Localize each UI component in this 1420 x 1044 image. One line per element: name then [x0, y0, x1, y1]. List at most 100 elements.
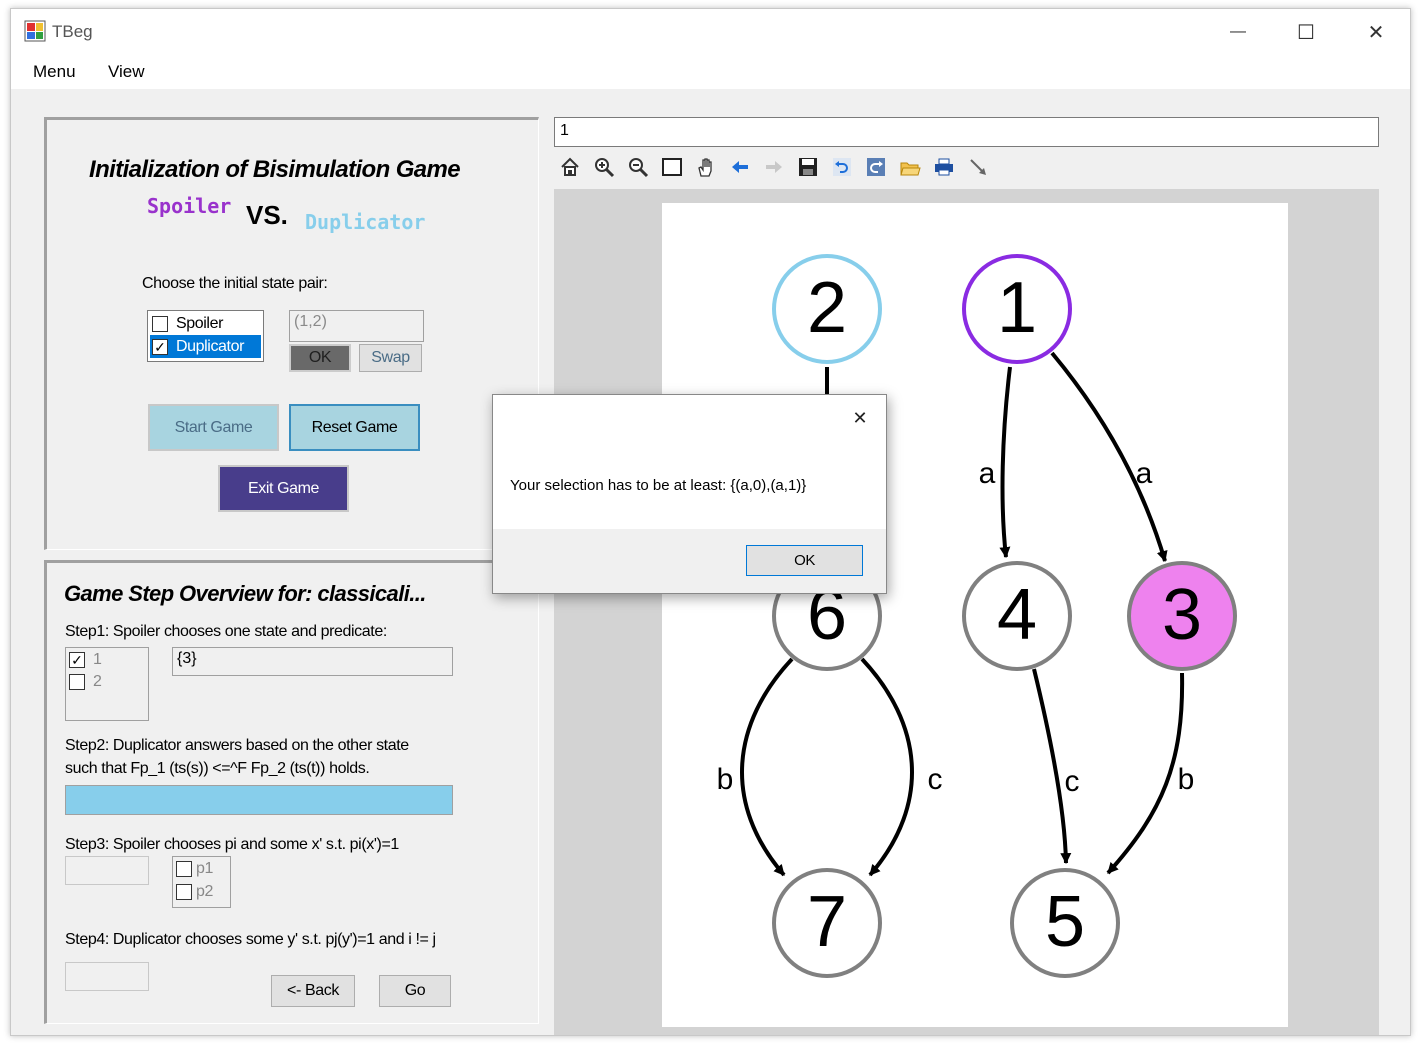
graph-node-label: 3	[1162, 575, 1202, 655]
maximize-icon: ☐	[1297, 21, 1315, 44]
message-dialog: ✕ Your selection has to be at least: {(a…	[492, 394, 887, 594]
minimize-button[interactable]: —	[1204, 9, 1272, 55]
graph-edge-1-4	[999, 366, 1012, 559]
state-item-1[interactable]: ✓ 1	[69, 651, 102, 669]
graph-edge-6-7	[740, 657, 794, 877]
graph-drawing: a ab c c b 2 16 4 37 5	[717, 254, 1237, 978]
graph-node-label: 5	[1045, 882, 1085, 962]
step1-state-list[interactable]: ✓ 1 2	[65, 647, 149, 721]
reset-game-button[interactable]: Reset Game	[289, 404, 420, 451]
zoom-out-icon[interactable]	[625, 154, 651, 180]
redo-icon[interactable]	[863, 154, 889, 180]
graph-edge-label: a	[1136, 457, 1153, 490]
graph-edge-6-7	[860, 657, 914, 877]
step3-predicate-list[interactable]: p1 p2	[172, 856, 231, 908]
pointer-icon[interactable]	[965, 154, 991, 180]
close-button[interactable]: ✕	[1342, 9, 1410, 55]
menu-item-view[interactable]: View	[108, 55, 145, 89]
step1-label: Step1: Spoiler chooses one state and pre…	[65, 623, 387, 640]
back-arrow-icon[interactable]	[727, 154, 753, 180]
exit-game-button[interactable]: Exit Game	[218, 465, 349, 512]
graph-canvas: aabccb 2164375	[662, 203, 1288, 1027]
spoiler-label: Spoiler	[147, 194, 232, 218]
state-item-label: 1	[93, 651, 102, 668]
swap-button[interactable]: Swap	[359, 344, 422, 372]
close-icon: ✕	[1367, 21, 1385, 44]
vs-label: VS.	[246, 200, 288, 230]
hand-icon[interactable]	[693, 154, 719, 180]
go-button[interactable]: Go	[379, 975, 451, 1007]
p1-checkbox[interactable]	[176, 861, 192, 877]
ok-button[interactable]: OK	[289, 344, 351, 372]
menu-item-menu[interactable]: Menu	[33, 55, 76, 89]
predicate-item-p1[interactable]: p1	[176, 860, 213, 878]
predicate-item-label: p1	[196, 860, 213, 877]
zoom-in-icon[interactable]	[591, 154, 617, 180]
viewer-toolbar	[557, 154, 1007, 182]
state-pair-field[interactable]: (1,2)	[289, 310, 424, 342]
graph-node-label: 4	[997, 575, 1037, 655]
step3-state-field[interactable]	[65, 856, 149, 885]
home-icon[interactable]	[557, 154, 583, 180]
graph-edge-label: b	[717, 763, 734, 796]
predicate-item-label: p2	[196, 883, 213, 900]
step2-label-line1: Step2: Duplicator answers based on the o…	[65, 737, 409, 754]
window-title: TBeg	[52, 22, 93, 41]
graph-edge-label: c	[928, 763, 943, 796]
title-bar: TBeg — ☐ ✕	[11, 9, 1410, 55]
step1-predicate-field[interactable]: {3}	[172, 647, 453, 676]
start-game-button[interactable]: Start Game	[148, 404, 279, 451]
state-1-checkbox[interactable]: ✓	[69, 652, 85, 668]
close-icon: ✕	[852, 407, 868, 428]
dialog-footer: OK	[493, 529, 886, 593]
graph-edge-label: a	[979, 457, 996, 490]
role-item-label: Duplicator	[176, 337, 245, 355]
role-item-spoiler[interactable]: Spoiler	[150, 313, 261, 334]
init-panel: Initialization of Bisimulation Game Spoi…	[44, 117, 539, 550]
graph-viewer[interactable]: aabccb 2164375	[554, 189, 1379, 1035]
step3-label: Step3: Spoiler chooses pi and some x' s.…	[65, 836, 399, 853]
select-rect-icon[interactable]	[659, 154, 685, 180]
choose-pair-label: Choose the initial state pair:	[142, 275, 328, 292]
spoiler-checkbox[interactable]	[152, 315, 168, 332]
undo-icon[interactable]	[829, 154, 855, 180]
viewer-text-field[interactable]: 1	[554, 117, 1379, 147]
graph-edge-4-5	[1032, 668, 1072, 865]
duplicator-label: Duplicator	[305, 210, 426, 234]
dialog-close-button[interactable]: ✕	[845, 405, 875, 431]
steps-panel: Game Step Overview for: classicali... St…	[44, 560, 539, 1024]
steps-title: Game Step Overview for: classicali...	[64, 581, 426, 606]
open-folder-icon[interactable]	[897, 154, 923, 180]
role-item-duplicator[interactable]: ✓ Duplicator	[150, 335, 261, 358]
minimize-icon: —	[1230, 23, 1246, 40]
graph-edge-3-5	[1106, 672, 1185, 875]
graph-node-label: 1	[997, 268, 1037, 348]
graph-node-label: 7	[807, 882, 847, 962]
state-2-checkbox[interactable]	[69, 674, 85, 690]
state-item-label: 2	[93, 673, 102, 690]
menu-bar: Menu View	[11, 55, 1410, 89]
role-checklist[interactable]: Spoiler ✓ Duplicator	[147, 310, 264, 362]
dialog-ok-button[interactable]: OK	[746, 545, 863, 576]
dialog-message: Your selection has to be at least: {(a,0…	[510, 477, 807, 494]
state-item-2[interactable]: 2	[69, 673, 102, 691]
app-icon	[24, 20, 46, 42]
forward-arrow-icon[interactable]	[761, 154, 787, 180]
graph-edge-label: b	[1178, 763, 1195, 796]
app-window: TBeg — ☐ ✕ Menu View Initialization of B…	[10, 8, 1411, 1036]
predicate-item-p2[interactable]: p2	[176, 883, 213, 901]
back-button[interactable]: <- Back	[271, 975, 355, 1007]
p2-checkbox[interactable]	[176, 884, 192, 900]
step2-selection-bar[interactable]	[65, 785, 453, 815]
step2-label-line2: such that Fp_1 (ts(s)) <=^F Fp_2 (ts(t))…	[65, 760, 370, 777]
maximize-button[interactable]: ☐	[1272, 9, 1340, 55]
init-title: Initialization of Bisimulation Game	[89, 156, 461, 183]
role-item-label: Spoiler	[176, 314, 224, 332]
step4-label: Step4: Duplicator chooses some y' s.t. p…	[65, 931, 436, 948]
save-icon[interactable]	[795, 154, 821, 180]
duplicator-checkbox[interactable]: ✓	[152, 338, 168, 355]
graph-edge-label: c	[1065, 765, 1080, 798]
graph-node-label: 2	[807, 268, 847, 348]
print-icon[interactable]	[931, 154, 957, 180]
step4-state-field[interactable]	[65, 962, 149, 991]
